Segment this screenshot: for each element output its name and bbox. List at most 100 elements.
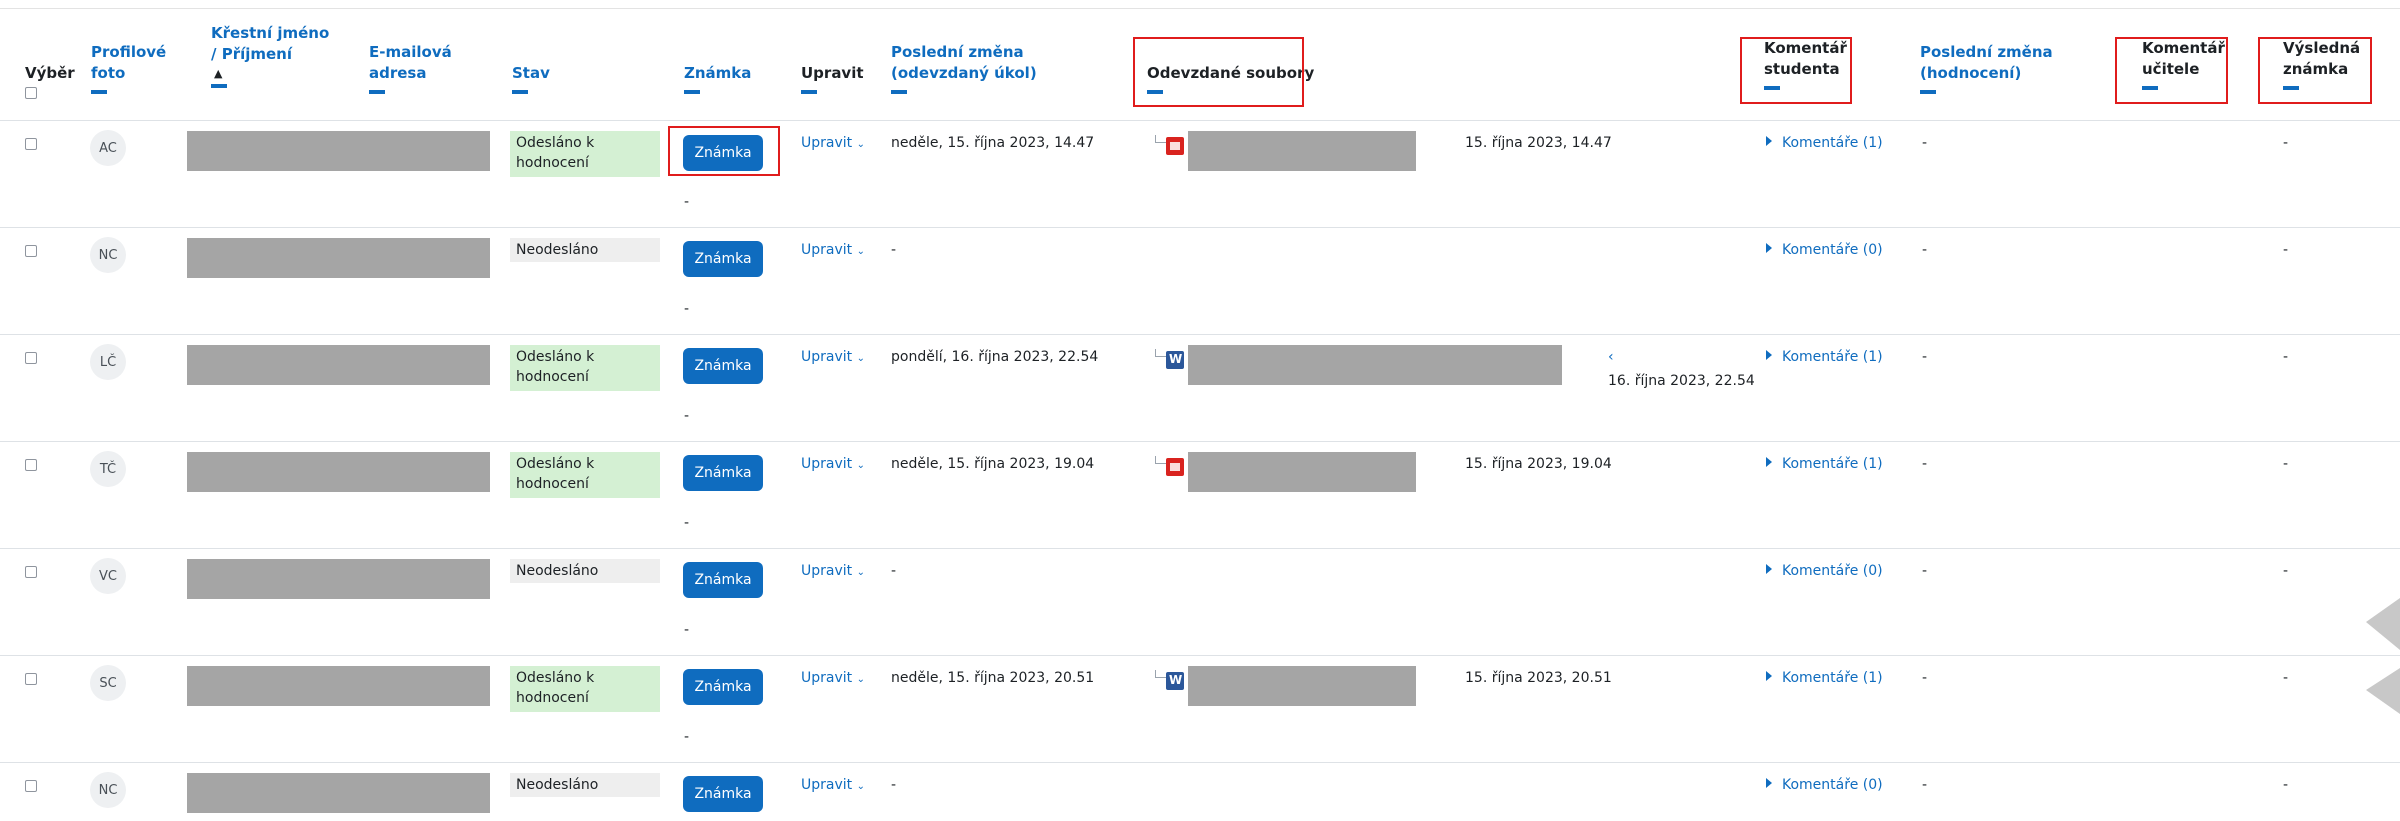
highlight-files-header	[1133, 37, 1304, 107]
scroll-left-arrow-icon-2[interactable]	[2366, 668, 2400, 714]
header-last-name-label[interactable]: / Příjmení	[211, 44, 361, 65]
comments-toggle[interactable]: Komentáře (1)	[1766, 135, 1883, 151]
final-grade: -	[2283, 135, 2289, 151]
comments-toggle[interactable]: Komentáře (0)	[1766, 777, 1883, 793]
redacted-name-email	[187, 666, 490, 706]
header-first-name-label[interactable]: Křestní jméno	[211, 23, 361, 44]
scroll-left-arrow-icon[interactable]	[2366, 598, 2400, 650]
edit-menu[interactable]: Upravit ⌄	[801, 670, 865, 686]
file-tree-line	[1155, 456, 1166, 464]
collapse-edit-icon[interactable]	[801, 90, 817, 94]
avatar[interactable]: LČ	[90, 344, 126, 380]
header-grade[interactable]: Známka	[684, 63, 751, 94]
status-badge: Odesláno k hodnocení	[510, 452, 660, 498]
redacted-name-email	[187, 559, 490, 599]
file-date: 15. října 2023, 14.47	[1465, 135, 1612, 151]
grade-button[interactable]: Známka	[683, 669, 763, 705]
select-all-checkbox[interactable]	[25, 87, 37, 99]
edit-menu[interactable]: Upravit ⌄	[801, 242, 865, 258]
status-badge: Odesláno k hodnocení	[510, 345, 660, 391]
row-select-checkbox[interactable]	[25, 673, 37, 685]
header-photo[interactable]: Profilové foto	[91, 42, 171, 94]
grading-modified: -	[1922, 563, 1928, 579]
redacted-file-name[interactable]	[1188, 345, 1562, 385]
redacted-file-name[interactable]	[1188, 452, 1416, 492]
comments-label: Komentáře (0)	[1782, 777, 1883, 793]
comments-toggle[interactable]: Komentáře (0)	[1766, 242, 1883, 258]
collapse-name-icon[interactable]	[211, 84, 227, 88]
row-select-checkbox[interactable]	[25, 352, 37, 364]
chevron-down-icon: ⌄	[856, 353, 865, 364]
file-prefix: ‹	[1608, 349, 1614, 365]
pdf-icon	[1166, 137, 1184, 155]
collapse-photo-icon[interactable]	[91, 90, 107, 94]
caret-right-icon	[1766, 243, 1772, 253]
row-select-checkbox[interactable]	[25, 138, 37, 150]
header-name[interactable]: Křestní jméno / Příjmení ▲	[211, 23, 361, 88]
last-modified: neděle, 15. října 2023, 14.47	[891, 135, 1095, 151]
comments-label: Komentáře (0)	[1782, 563, 1883, 579]
comments-toggle[interactable]: Komentáře (1)	[1766, 456, 1883, 472]
comments-toggle[interactable]: Komentáře (0)	[1766, 563, 1883, 579]
table-row: AC Odesláno k hodnocení Známka - Upravit…	[0, 120, 2400, 228]
header-modified-grading-label: Poslední změna (hodnocení)	[1920, 43, 2053, 82]
caret-right-icon	[1766, 671, 1772, 681]
avatar[interactable]: NC	[90, 237, 126, 273]
comments-toggle[interactable]: Komentáře (1)	[1766, 349, 1883, 365]
file-tree-line	[1155, 670, 1166, 678]
edit-menu[interactable]: Upravit ⌄	[801, 456, 865, 472]
grading-modified: -	[1922, 777, 1928, 793]
caret-right-icon	[1766, 136, 1772, 146]
grade-button[interactable]: Známka	[683, 348, 763, 384]
grading-modified: -	[1922, 135, 1928, 151]
redacted-name-email	[187, 773, 490, 813]
table-row: TČ Odesláno k hodnocení Známka - Upravit…	[0, 441, 2400, 549]
grade-button[interactable]: Známka	[683, 562, 763, 598]
grade-button[interactable]: Známka	[683, 241, 763, 277]
table-row: NC Neodesláno Známka Upravit ⌄ - Komentá…	[0, 762, 2400, 821]
avatar[interactable]: AC	[90, 130, 126, 166]
comments-label: Komentáře (1)	[1782, 349, 1883, 365]
edit-menu-label: Upravit	[801, 670, 853, 686]
pdf-icon	[1166, 458, 1184, 476]
header-modified-grading[interactable]: Poslední změna (hodnocení)	[1920, 42, 2060, 94]
edit-menu[interactable]: Upravit ⌄	[801, 135, 865, 151]
header-status[interactable]: Stav	[512, 63, 550, 94]
header-modified-submission[interactable]: Poslední změna (odevzdaný úkol)	[891, 42, 1111, 94]
row-select-checkbox[interactable]	[25, 780, 37, 792]
edit-menu-label: Upravit	[801, 135, 853, 151]
chevron-down-icon: ⌄	[856, 460, 865, 471]
redacted-file-name[interactable]	[1188, 666, 1416, 706]
comments-toggle[interactable]: Komentáře (1)	[1766, 670, 1883, 686]
final-grade: -	[2283, 670, 2289, 686]
collapse-status-icon[interactable]	[512, 90, 528, 94]
redacted-file-name[interactable]	[1188, 131, 1416, 171]
chevron-down-icon: ⌄	[856, 781, 865, 792]
edit-menu-label: Upravit	[801, 777, 853, 793]
collapse-modified-grading-icon[interactable]	[1920, 90, 1936, 94]
edit-menu[interactable]: Upravit ⌄	[801, 349, 865, 365]
grade-button[interactable]: Známka	[683, 455, 763, 491]
row-select-checkbox[interactable]	[25, 566, 37, 578]
collapse-modified-submission-icon[interactable]	[891, 90, 907, 94]
chevron-down-icon: ⌄	[856, 246, 865, 257]
chevron-down-icon: ⌄	[856, 567, 865, 578]
header-modified-submission-label: Poslední změna (odevzdaný úkol)	[891, 43, 1037, 82]
edit-menu[interactable]: Upravit ⌄	[801, 777, 865, 793]
row-select-checkbox[interactable]	[25, 459, 37, 471]
avatar[interactable]: NC	[90, 772, 126, 808]
status-badge: Neodesláno	[510, 238, 660, 262]
comments-label: Komentáře (1)	[1782, 670, 1883, 686]
edit-menu[interactable]: Upravit ⌄	[801, 563, 865, 579]
header-email[interactable]: E-mailová adresa	[369, 42, 459, 94]
collapse-grade-icon[interactable]	[684, 90, 700, 94]
redacted-name-email	[187, 452, 490, 492]
collapse-email-icon[interactable]	[369, 90, 385, 94]
edit-menu-label: Upravit	[801, 456, 853, 472]
grade-button[interactable]: Známka	[683, 776, 763, 812]
row-select-checkbox[interactable]	[25, 245, 37, 257]
avatar[interactable]: TČ	[90, 451, 126, 487]
avatar[interactable]: VC	[90, 558, 126, 594]
chevron-down-icon: ⌄	[856, 674, 865, 685]
avatar[interactable]: SC	[90, 665, 126, 701]
